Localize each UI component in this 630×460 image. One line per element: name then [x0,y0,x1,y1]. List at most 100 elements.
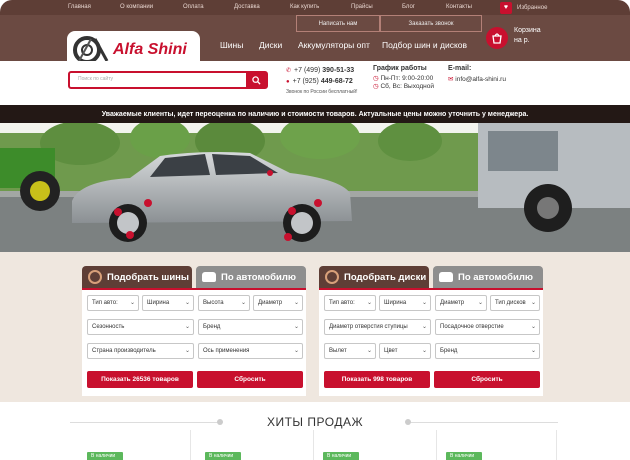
select-disc-type[interactable]: Тип дисков ⌄ [490,295,540,311]
nav-discs[interactable]: Диски [259,40,282,50]
select-width[interactable]: Ширина ⌄ [142,295,194,311]
schedule-title: График работы [373,65,427,72]
cart-text: Корзина на р. [514,26,541,46]
topnav-blog[interactable]: Блог [402,4,415,10]
favorites-link[interactable]: ♥ Избранное [500,1,547,14]
cart-sum: на р. [514,37,530,44]
notice-banner: Уважаемые клиенты, идет переоценка по на… [0,105,630,123]
chevron-down-icon: ⌄ [477,300,483,306]
chevron-down-icon: ⌄ [184,324,190,330]
topnav-payment[interactable]: Оплата [183,4,204,10]
tab-tires-by-car[interactable]: По автомобилю [196,266,306,288]
chevron-down-icon: ⌄ [240,300,246,306]
email-block: E-mail: ✉ info@alfa-shini.ru [448,65,506,83]
grid-separator [313,430,314,460]
chevron-down-icon: ⌄ [293,324,299,330]
chevron-down-icon: ⌄ [421,300,427,306]
order-call-button[interactable]: Заказать звонок [380,15,482,32]
heart-icon: ♥ [500,1,512,14]
show-discs-button[interactable]: Показать 998 товаров [324,371,430,388]
tire-icon [88,270,102,284]
search-button[interactable] [246,73,266,87]
discs-filter-body: Тип авто: ⌄ Ширина ⌄ Диаметр ⌄ Тип дисков ⌄ … [319,288,543,396]
cart-label: Корзина [514,27,541,34]
grid-separator [436,430,437,460]
search-input[interactable]: Поиск по сайту [68,71,268,89]
email-title: E-mail: [448,65,472,72]
clock-icon: ◷ [373,75,379,82]
hits-title: ХИТЫ ПРОДАЖ [266,415,364,429]
chevron-down-icon: ⌄ [184,300,190,306]
select-color[interactable]: Цвет ⌄ [379,343,431,359]
reset-discs-button[interactable]: Сбросить [434,371,540,388]
whatsapp-icon: ● [286,78,290,85]
disc-icon [325,270,339,284]
tab-tire-selection[interactable]: Подобрать шины [82,266,192,288]
car-icon [202,272,216,282]
reset-tires-button[interactable]: Сбросить [197,371,303,388]
phones-block: ✆ +7 (499) 390-51-33 ● +7 (925) 449-68-72 … [286,65,357,95]
logo-text: Alfa Shini [113,41,187,58]
write-us-button[interactable]: Написать нам [296,15,380,32]
clock-icon: ◷ [373,83,379,90]
chevron-down-icon: ⌄ [129,300,135,306]
topnav-delivery[interactable]: Доставка [234,4,260,10]
tab-discs-by-car[interactable]: По автомобилю [433,266,543,288]
discs-filter-panel: Подобрать диски По автомобилю Тип авто: ⌄… [319,266,543,396]
select-bolt-pattern[interactable]: Посадочное отверстие ⌄ [435,319,540,335]
select-car-type[interactable]: Тип авто: ⌄ [324,295,376,311]
tires-tabs: Подобрать шины По автомобилю [82,266,306,288]
tires-filter-body: Тип авто: ⌄ Ширина ⌄ Высота ⌄ Диаметр ⌄ Сезо… [82,288,306,396]
email-link[interactable]: ✉ info@alfa-shini.ru [448,75,506,83]
show-tires-button[interactable]: Показать 26536 товаров [87,371,193,388]
chevron-down-icon: ⌄ [293,348,299,354]
select-diameter[interactable]: Диаметр ⌄ [253,295,303,311]
topnav-home[interactable]: Главная [68,4,91,10]
chevron-down-icon: ⌄ [293,300,299,306]
select-height[interactable]: Высота ⌄ [198,295,250,311]
phone-2[interactable]: ● +7 (925) 449-68-72 [286,76,357,87]
schedule-weekend: ◷ Сб, Вс: Выходной [373,83,434,90]
schedule-weekdays: ◷ Пн-Пт: 9:00-20:00 [373,75,434,82]
chevron-down-icon: ⌄ [366,300,372,306]
search-placeholder: Поиск по сайту [78,76,114,82]
in-stock-badge: В наличии [87,452,123,460]
chevron-down-icon: ⌄ [366,348,372,354]
tires-filter-panel: Подобрать шины По автомобилю Тип авто: ⌄ … [82,266,306,396]
favorites-label: Избранное [517,4,548,11]
topnav-contacts[interactable]: Контакты [446,4,472,10]
select-car-type[interactable]: Тип авто: ⌄ [87,295,139,311]
schedule-block: График работы ◷ Пн-Пт: 9:00-20:00 ◷ Сб, … [373,65,434,90]
grid-separator [556,430,557,460]
select-offset[interactable]: Вылет ⌄ [324,343,376,359]
chevron-down-icon: ⌄ [530,348,536,354]
select-brand[interactable]: Бренд ⌄ [435,343,540,359]
topnav-prices[interactable]: Прайсы [351,4,373,10]
tab-disc-selection[interactable]: Подобрать диски [319,266,429,288]
select-country[interactable]: Страна производитель ⌄ [87,343,194,359]
phone-1[interactable]: ✆ +7 (499) 390-51-33 [286,65,357,76]
mail-icon: ✉ [448,76,454,83]
select-axle[interactable]: Ось применения ⌄ [198,343,303,359]
select-diameter[interactable]: Диаметр ⌄ [435,295,487,311]
hero-banner [0,123,630,252]
select-hub-bore[interactable]: Диаметр отверстия ступицы ⌄ [324,319,431,335]
car-icon [439,272,453,282]
nav-batteries[interactable]: Аккумуляторы опт [298,40,370,50]
chevron-down-icon: ⌄ [421,324,427,330]
hero-illustration [0,123,630,252]
page: Главная О компании Оплата Доставка Как к… [0,0,630,460]
select-season[interactable]: Сезонность ⌄ [87,319,194,335]
nav-tires[interactable]: Шины [220,40,243,50]
topnav-about[interactable]: О компании [120,4,153,10]
select-width[interactable]: Ширина ⌄ [379,295,431,311]
chevron-down-icon: ⌄ [421,348,427,354]
chevron-down-icon: ⌄ [530,300,536,306]
grid-separator [190,430,191,460]
chevron-down-icon: ⌄ [530,324,536,330]
topnav-how-to-buy[interactable]: Как купить [290,4,319,10]
phones-note: Звонок по России бесплатный! [286,89,358,95]
in-stock-badge: В наличии [323,452,359,460]
select-brand[interactable]: Бренд ⌄ [198,319,303,335]
nav-selection[interactable]: Подбор шин и дисков [382,40,467,50]
